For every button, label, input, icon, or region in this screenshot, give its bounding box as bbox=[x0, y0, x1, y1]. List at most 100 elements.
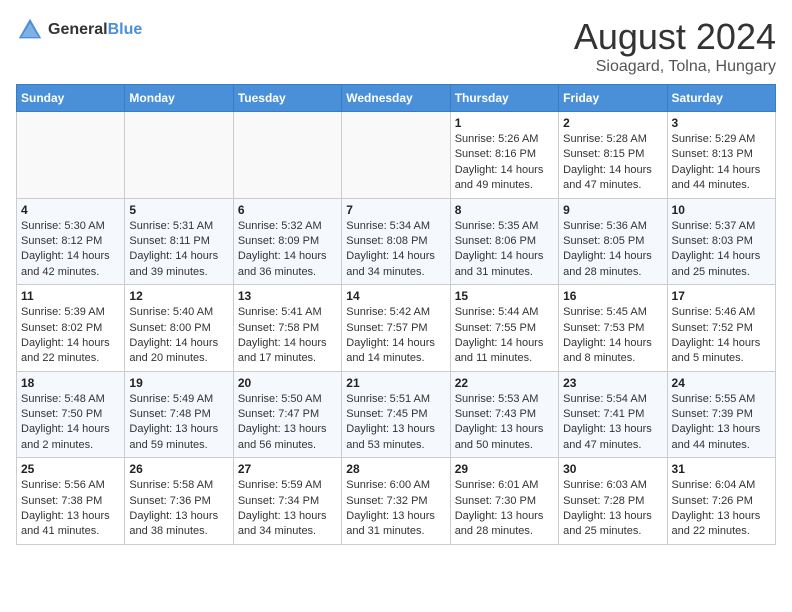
day-number: 11 bbox=[21, 289, 120, 303]
calendar-cell bbox=[125, 112, 233, 199]
day-number: 31 bbox=[672, 462, 771, 476]
week-row-4: 18Sunrise: 5:48 AMSunset: 7:50 PMDayligh… bbox=[17, 371, 776, 458]
day-number: 1 bbox=[455, 116, 554, 130]
calendar: SundayMondayTuesdayWednesdayThursdayFrid… bbox=[16, 84, 776, 545]
day-number: 3 bbox=[672, 116, 771, 130]
calendar-cell: 17 Sunrise: 5:46 AMSunset: 7:52 PMDayligh… bbox=[667, 285, 775, 372]
day-info: Sunrise: 5:32 AMSunset: 8:09 PMDaylight:… bbox=[238, 219, 337, 281]
calendar-cell: 27 Sunrise: 5:59 AMSunset: 7:34 PMDayligh… bbox=[233, 458, 341, 545]
day-info: Sunrise: 5:39 AMSunset: 8:02 PMDaylight:… bbox=[21, 305, 120, 367]
day-number: 17 bbox=[672, 289, 771, 303]
day-info: Sunrise: 5:42 AMSunset: 7:57 PMDaylight:… bbox=[346, 305, 445, 367]
day-number: 21 bbox=[346, 376, 445, 390]
day-info: Sunrise: 5:59 AMSunset: 7:34 PMDaylight:… bbox=[238, 478, 337, 540]
day-number: 6 bbox=[238, 203, 337, 217]
calendar-cell: 26Sunrise: 5:58 AMSunset: 7:36 PMDayligh… bbox=[125, 458, 233, 545]
day-info: Sunrise: 5:37 AMSunset: 8:03 PMDaylight:… bbox=[672, 219, 771, 281]
day-number: 2 bbox=[563, 116, 662, 130]
day-info: Sunrise: 5:54 AMSunset: 7:41 PMDaylight:… bbox=[563, 392, 662, 454]
calendar-cell: 28 Sunrise: 6:00 AMSunset: 7:32 PMDayligh… bbox=[342, 458, 450, 545]
calendar-cell: 19 Sunrise: 5:49 AMSunset: 7:48 PMDayligh… bbox=[125, 371, 233, 458]
day-info: Sunrise: 5:41 AMSunset: 7:58 PMDaylight:… bbox=[238, 305, 337, 367]
weekday-header-tuesday: Tuesday bbox=[233, 85, 341, 112]
day-info: Sunrise: 6:00 AMSunset: 7:32 PMDaylight:… bbox=[346, 478, 445, 540]
day-number: 19 bbox=[129, 376, 228, 390]
calendar-cell: 10 Sunrise: 5:37 AMSunset: 8:03 PMDayligh… bbox=[667, 198, 775, 285]
day-info: Sunrise: 5:51 AMSunset: 7:45 PMDaylight:… bbox=[346, 392, 445, 454]
calendar-cell: 23 Sunrise: 5:54 AMSunset: 7:41 PMDayligh… bbox=[559, 371, 667, 458]
calendar-cell: 24 Sunrise: 5:55 AMSunset: 7:39 PMDayligh… bbox=[667, 371, 775, 458]
day-info: Sunrise: 5:26 AMSunset: 8:16 PMDaylight:… bbox=[455, 132, 554, 194]
day-number: 7 bbox=[346, 203, 445, 217]
day-info: Sunrise: 5:58 AMSunset: 7:36 PMDaylight:… bbox=[129, 478, 228, 540]
day-number: 23 bbox=[563, 376, 662, 390]
day-number: 30 bbox=[563, 462, 662, 476]
calendar-cell: 15 Sunrise: 5:44 AMSunset: 7:55 PMDayligh… bbox=[450, 285, 558, 372]
day-number: 9 bbox=[563, 203, 662, 217]
day-info: Sunrise: 5:30 AMSunset: 8:12 PMDaylight:… bbox=[21, 219, 120, 281]
day-number: 15 bbox=[455, 289, 554, 303]
day-info: Sunrise: 5:55 AMSunset: 7:39 PMDaylight:… bbox=[672, 392, 771, 454]
day-info: Sunrise: 5:36 AMSunset: 8:05 PMDaylight:… bbox=[563, 219, 662, 281]
calendar-cell: 16 Sunrise: 5:45 AMSunset: 7:53 PMDayligh… bbox=[559, 285, 667, 372]
day-info: Sunrise: 5:49 AMSunset: 7:48 PMDaylight:… bbox=[129, 392, 228, 454]
day-info: Sunrise: 5:35 AMSunset: 8:06 PMDaylight:… bbox=[455, 219, 554, 281]
day-number: 10 bbox=[672, 203, 771, 217]
calendar-cell bbox=[17, 112, 125, 199]
location-title: Sioagard, Tolna, Hungary bbox=[574, 58, 776, 76]
calendar-cell bbox=[342, 112, 450, 199]
day-info: Sunrise: 5:46 AMSunset: 7:52 PMDaylight:… bbox=[672, 305, 771, 367]
day-number: 22 bbox=[455, 376, 554, 390]
day-number: 16 bbox=[563, 289, 662, 303]
week-row-2: 4 Sunrise: 5:30 AMSunset: 8:12 PMDaylight… bbox=[17, 198, 776, 285]
calendar-cell: 9 Sunrise: 5:36 AMSunset: 8:05 PMDaylight… bbox=[559, 198, 667, 285]
day-number: 8 bbox=[455, 203, 554, 217]
calendar-cell: 4 Sunrise: 5:30 AMSunset: 8:12 PMDaylight… bbox=[17, 198, 125, 285]
day-info: Sunrise: 5:53 AMSunset: 7:43 PMDaylight:… bbox=[455, 392, 554, 454]
day-number: 13 bbox=[238, 289, 337, 303]
weekday-header-sunday: Sunday bbox=[17, 85, 125, 112]
day-number: 27 bbox=[238, 462, 337, 476]
day-info: Sunrise: 5:31 AMSunset: 8:11 PMDaylight:… bbox=[129, 219, 228, 281]
weekday-header-row: SundayMondayTuesdayWednesdayThursdayFrid… bbox=[17, 85, 776, 112]
day-info: Sunrise: 5:29 AMSunset: 8:13 PMDaylight:… bbox=[672, 132, 771, 194]
day-number: 28 bbox=[346, 462, 445, 476]
calendar-cell: 21 Sunrise: 5:51 AMSunset: 7:45 PMDayligh… bbox=[342, 371, 450, 458]
calendar-cell: 20 Sunrise: 5:50 AMSunset: 7:47 PMDayligh… bbox=[233, 371, 341, 458]
day-number: 18 bbox=[21, 376, 120, 390]
day-number: 5 bbox=[129, 203, 228, 217]
day-number: 29 bbox=[455, 462, 554, 476]
day-number: 20 bbox=[238, 376, 337, 390]
weekday-header-thursday: Thursday bbox=[450, 85, 558, 112]
day-info: Sunrise: 5:45 AMSunset: 7:53 PMDaylight:… bbox=[563, 305, 662, 367]
day-number: 12 bbox=[129, 289, 228, 303]
calendar-cell: 25 Sunrise: 5:56 AMSunset: 7:38 PMDayligh… bbox=[17, 458, 125, 545]
day-info: Sunrise: 6:01 AMSunset: 7:30 PMDaylight:… bbox=[455, 478, 554, 540]
logo-icon bbox=[16, 16, 44, 44]
calendar-cell: 13 Sunrise: 5:41 AMSunset: 7:58 PMDayligh… bbox=[233, 285, 341, 372]
calendar-cell: 12 Sunrise: 5:40 AMSunset: 8:00 PMDayligh… bbox=[125, 285, 233, 372]
calendar-cell: 5 Sunrise: 5:31 AMSunset: 8:11 PMDaylight… bbox=[125, 198, 233, 285]
calendar-cell: 18Sunrise: 5:48 AMSunset: 7:50 PMDayligh… bbox=[17, 371, 125, 458]
week-row-3: 11 Sunrise: 5:39 AMSunset: 8:02 PMDayligh… bbox=[17, 285, 776, 372]
day-info: Sunrise: 5:56 AMSunset: 7:38 PMDaylight:… bbox=[21, 478, 120, 540]
calendar-cell: 31Sunrise: 6:04 AMSunset: 7:26 PMDayligh… bbox=[667, 458, 775, 545]
calendar-cell: 14Sunrise: 5:42 AMSunset: 7:57 PMDayligh… bbox=[342, 285, 450, 372]
calendar-cell: 7Sunrise: 5:34 AMSunset: 8:08 PMDaylight… bbox=[342, 198, 450, 285]
calendar-cell bbox=[233, 112, 341, 199]
day-info: Sunrise: 5:28 AMSunset: 8:15 PMDaylight:… bbox=[563, 132, 662, 194]
week-row-1: 1 Sunrise: 5:26 AMSunset: 8:16 PMDaylight… bbox=[17, 112, 776, 199]
day-info: Sunrise: 5:44 AMSunset: 7:55 PMDaylight:… bbox=[455, 305, 554, 367]
day-number: 25 bbox=[21, 462, 120, 476]
day-info: Sunrise: 5:40 AMSunset: 8:00 PMDaylight:… bbox=[129, 305, 228, 367]
day-info: Sunrise: 6:03 AMSunset: 7:28 PMDaylight:… bbox=[563, 478, 662, 540]
week-row-5: 25 Sunrise: 5:56 AMSunset: 7:38 PMDayligh… bbox=[17, 458, 776, 545]
day-info: Sunrise: 5:50 AMSunset: 7:47 PMDaylight:… bbox=[238, 392, 337, 454]
header: GeneralBlue August 2024 Sioagard, Tolna,… bbox=[16, 16, 776, 76]
logo: GeneralBlue bbox=[16, 16, 142, 44]
weekday-header-wednesday: Wednesday bbox=[342, 85, 450, 112]
day-number: 4 bbox=[21, 203, 120, 217]
day-number: 24 bbox=[672, 376, 771, 390]
weekday-header-saturday: Saturday bbox=[667, 85, 775, 112]
calendar-cell: 29 Sunrise: 6:01 AMSunset: 7:30 PMDayligh… bbox=[450, 458, 558, 545]
